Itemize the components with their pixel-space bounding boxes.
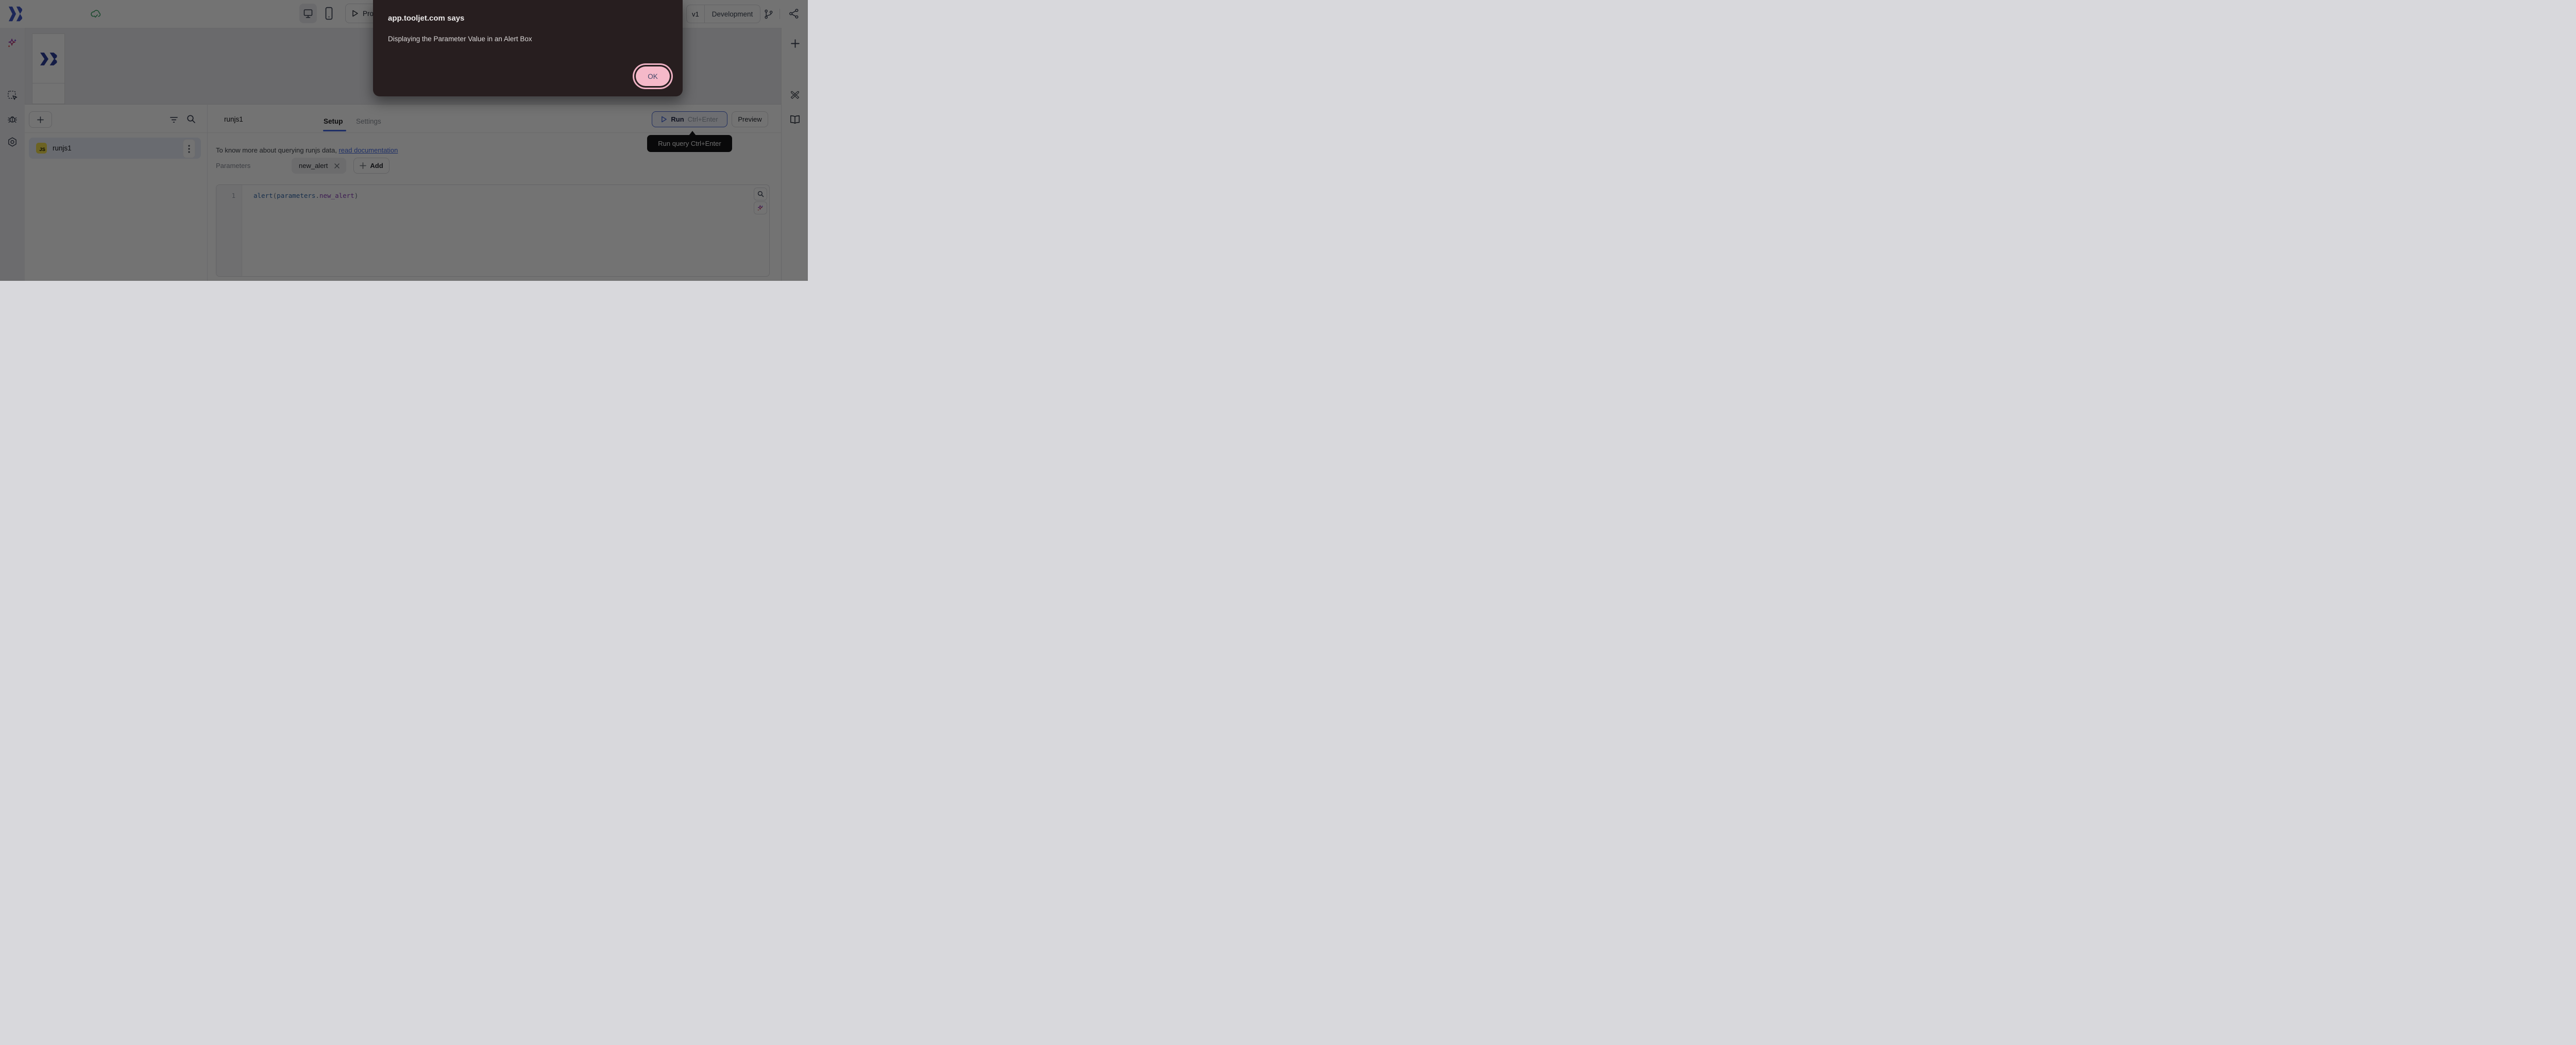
alert-ok-button[interactable]: OK — [636, 66, 670, 86]
alert-dialog: app.tooljet.com says Displaying the Para… — [373, 0, 683, 96]
app-stage: Promote v1 Development — [0, 0, 808, 281]
alert-message: Displaying the Parameter Value in an Ale… — [388, 35, 532, 43]
alert-title: app.tooljet.com says — [388, 14, 464, 23]
